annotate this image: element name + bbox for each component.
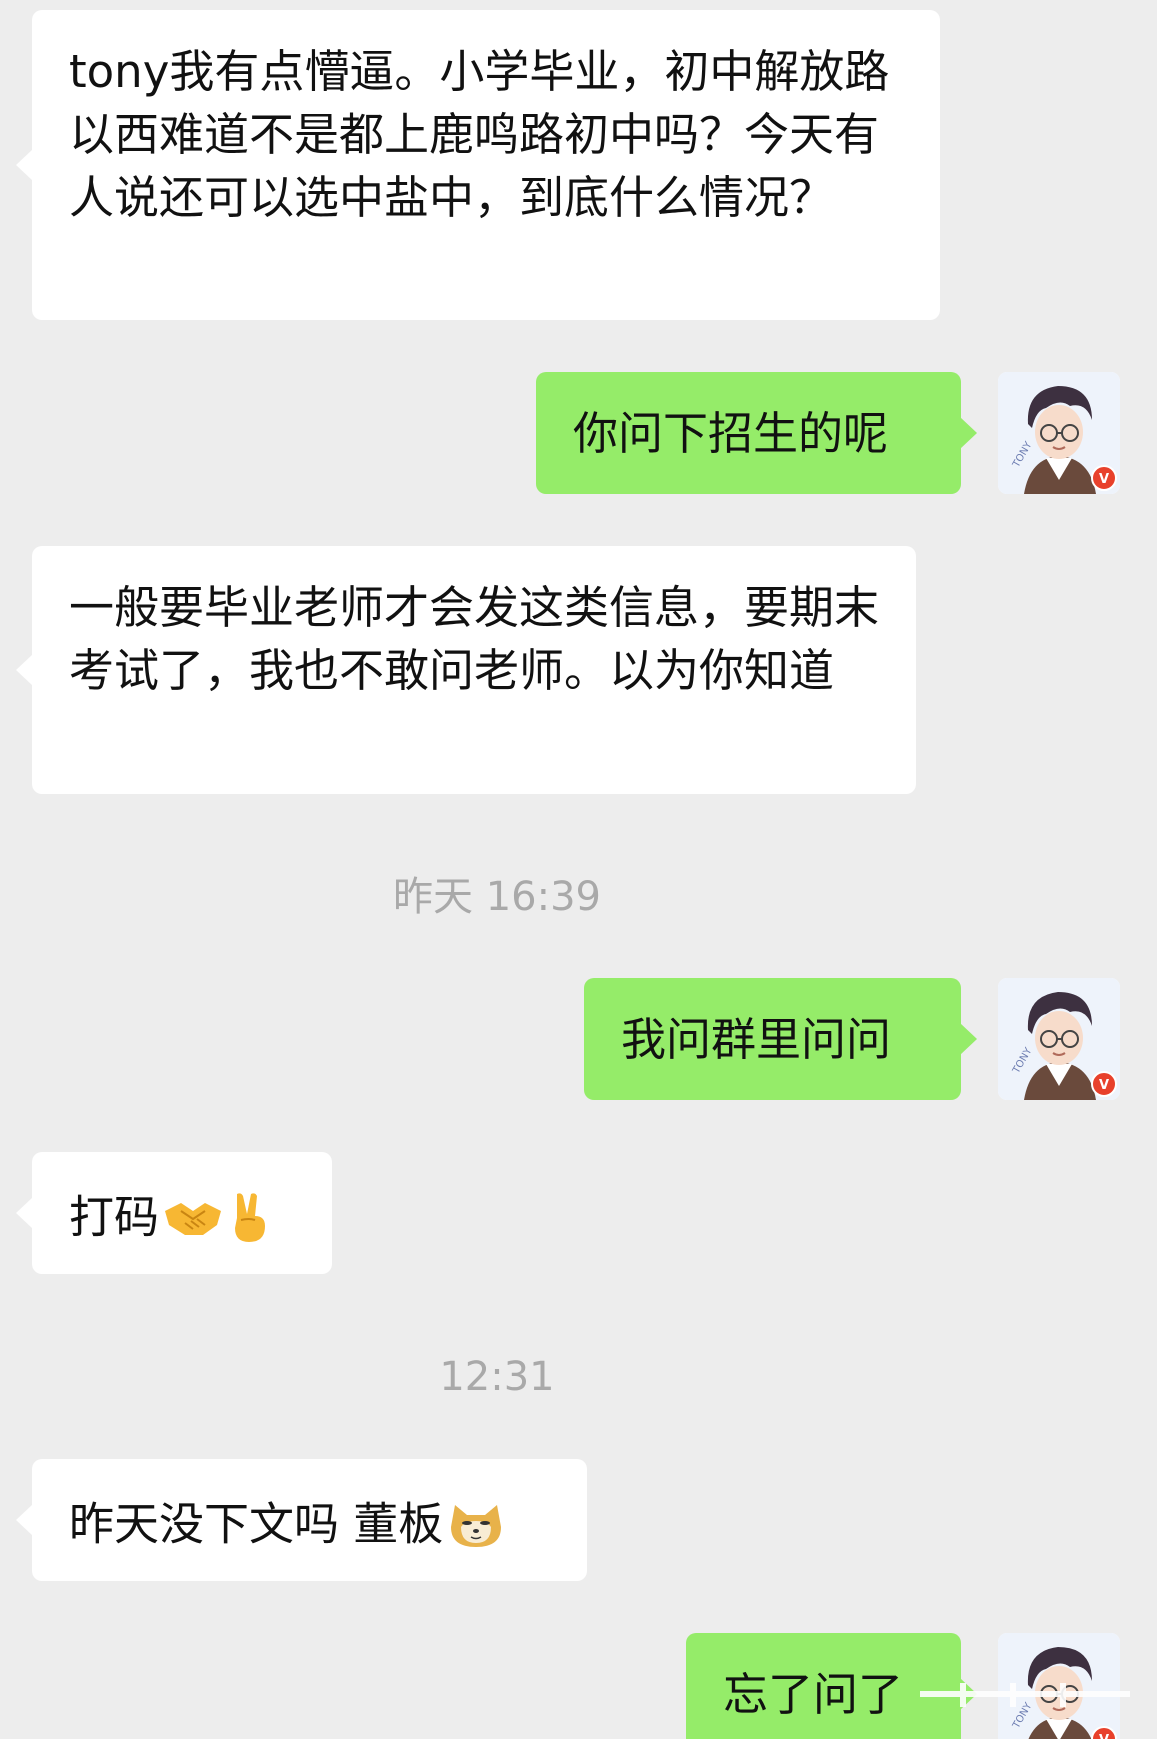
incoming-message[interactable]: 打码: [16, 1152, 332, 1274]
message-text: 你问下招生的呢: [573, 407, 889, 460]
outgoing-message[interactable]: 我问群里问问: [584, 978, 977, 1100]
incoming-message[interactable]: 一般要毕业老师才会发这类信息，要期末考试了，我也不敢问老师。以为你知道: [16, 546, 916, 794]
message-text: 一般要毕业老师才会发这类信息，要期末考试了，我也不敢问老师。以为你知道: [69, 581, 880, 697]
user-avatar[interactable]: TONY V: [998, 372, 1120, 494]
watermark: [920, 1683, 1130, 1707]
verified-badge: V: [1099, 1733, 1109, 1739]
user-avatar[interactable]: TONY V: [998, 978, 1120, 1100]
incoming-message[interactable]: tony我有点懵逼。小学毕业，初中解放路以西难道不是都上鹿鸣路初中吗？今天有人说…: [16, 10, 940, 320]
timestamp: 12:31: [439, 1354, 555, 1400]
chat-view: tony我有点懵逼。小学毕业，初中解放路以西难道不是都上鹿鸣路初中吗？今天有人说…: [0, 0, 1157, 1739]
doge-emoji: [447, 1497, 505, 1551]
message-text: 忘了问了: [723, 1668, 904, 1721]
message-text: 昨天没下文吗 董板: [69, 1497, 444, 1551]
outgoing-message[interactable]: 你问下招生的呢: [536, 372, 977, 494]
incoming-message[interactable]: 昨天没下文吗 董板: [16, 1459, 587, 1581]
handshake-emoji: [163, 1193, 223, 1241]
verified-badge: V: [1099, 1078, 1109, 1093]
message-text: tony我有点懵逼。小学毕业，初中解放路以西难道不是都上鹿鸣路初中吗？今天有人说…: [69, 45, 890, 224]
message-text: 我问群里问问: [621, 1013, 892, 1066]
message-text: 打码: [69, 1190, 160, 1244]
verified-badge: V: [1099, 472, 1109, 487]
victory-hand-emoji: [227, 1190, 271, 1244]
timestamp: 昨天 16:39: [393, 874, 601, 920]
